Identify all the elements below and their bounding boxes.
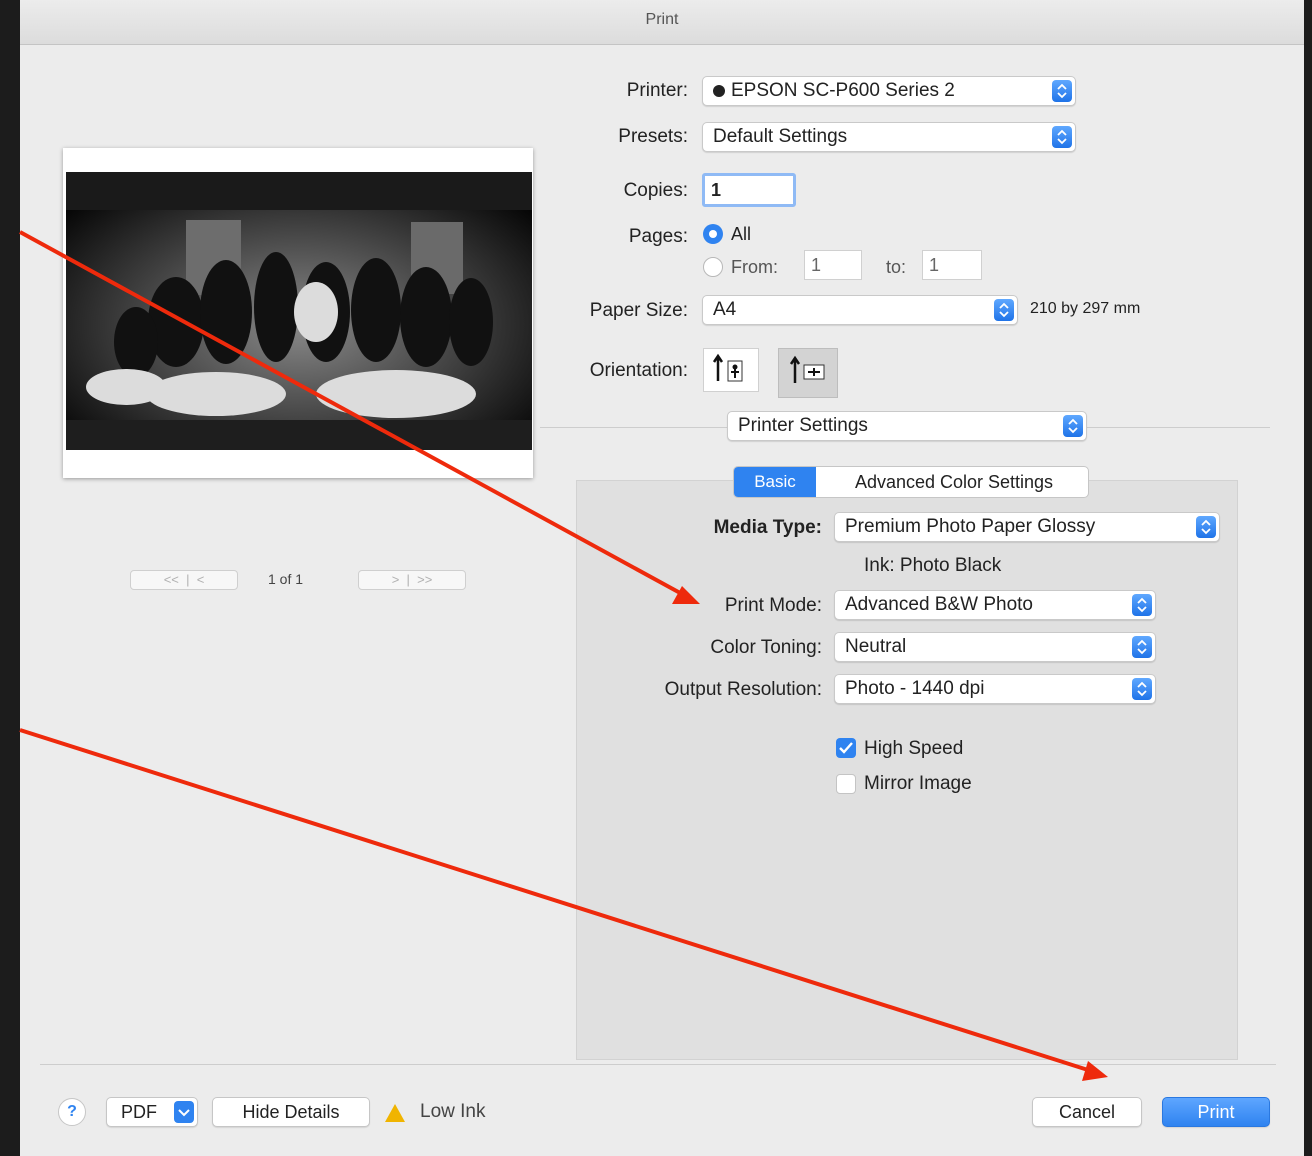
arrow-to-print-mode (19, 230, 700, 604)
arrow-to-print-button (19, 728, 1108, 1081)
annotation-arrows (19, 230, 1108, 1081)
